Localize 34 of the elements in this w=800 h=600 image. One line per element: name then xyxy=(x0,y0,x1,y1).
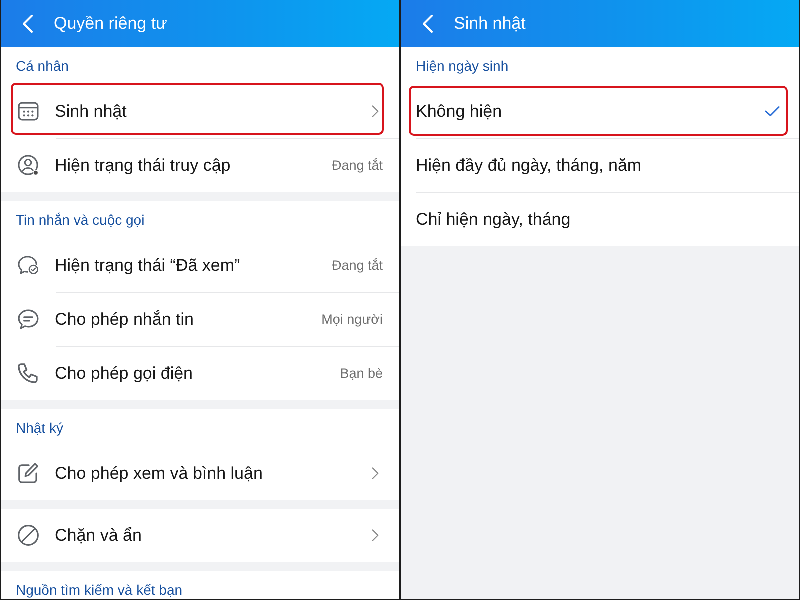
edit-icon xyxy=(18,463,39,484)
menu-item[interactable]: Hiện đầy đủ ngày, tháng, năm xyxy=(401,139,799,192)
status-value: Đang tắt xyxy=(332,158,383,173)
chat-check-icon xyxy=(18,255,39,276)
screen-title: Quyền riêng tư xyxy=(54,14,168,34)
calendar-icon xyxy=(18,101,39,122)
menu-item[interactable]: Cho phép gọi điện Bạn bè xyxy=(1,347,399,400)
menu-item[interactable]: Cho phép nhắn tin Mọi người xyxy=(1,293,399,346)
menu-item[interactable]: Cho phép xem và bình luận xyxy=(1,447,399,500)
menu-item[interactable]: Chặn và ẩn xyxy=(1,509,399,562)
user-status-icon xyxy=(18,155,39,176)
menu-item[interactable]: Chỉ hiện ngày, tháng xyxy=(401,193,799,246)
block-icon xyxy=(18,525,39,546)
back-icon[interactable] xyxy=(423,14,433,32)
check-icon xyxy=(765,106,780,117)
back-icon[interactable] xyxy=(23,14,33,32)
phone-icon xyxy=(18,363,39,384)
section-title: Nhật ký xyxy=(16,420,64,436)
chevron-right-icon xyxy=(372,105,379,118)
menu-item[interactable]: Không hiện xyxy=(401,85,799,138)
status-value: Bạn bè xyxy=(340,366,383,381)
chevron-right-icon xyxy=(372,529,379,542)
section-title: Nguồn tìm kiếm và kết bạn xyxy=(16,582,183,598)
chevron-right-icon xyxy=(372,467,379,480)
menu-item[interactable]: Hiện trạng thái “Đã xem” Đang tắt xyxy=(1,239,399,292)
chat-bubble-icon xyxy=(18,309,39,330)
section-title: Tin nhắn và cuộc gọi xyxy=(16,212,145,228)
menu-item[interactable]: Hiện trạng thái truy cập Đang tắt xyxy=(1,139,399,192)
screen-title: Sinh nhật xyxy=(454,14,526,34)
status-value: Mọi người xyxy=(322,312,383,327)
section-title: Hiện ngày sinh xyxy=(416,58,509,74)
status-value: Đang tắt xyxy=(332,258,383,273)
menu-item[interactable]: Sinh nhật xyxy=(1,85,399,138)
section-title: Cá nhân xyxy=(16,58,69,74)
